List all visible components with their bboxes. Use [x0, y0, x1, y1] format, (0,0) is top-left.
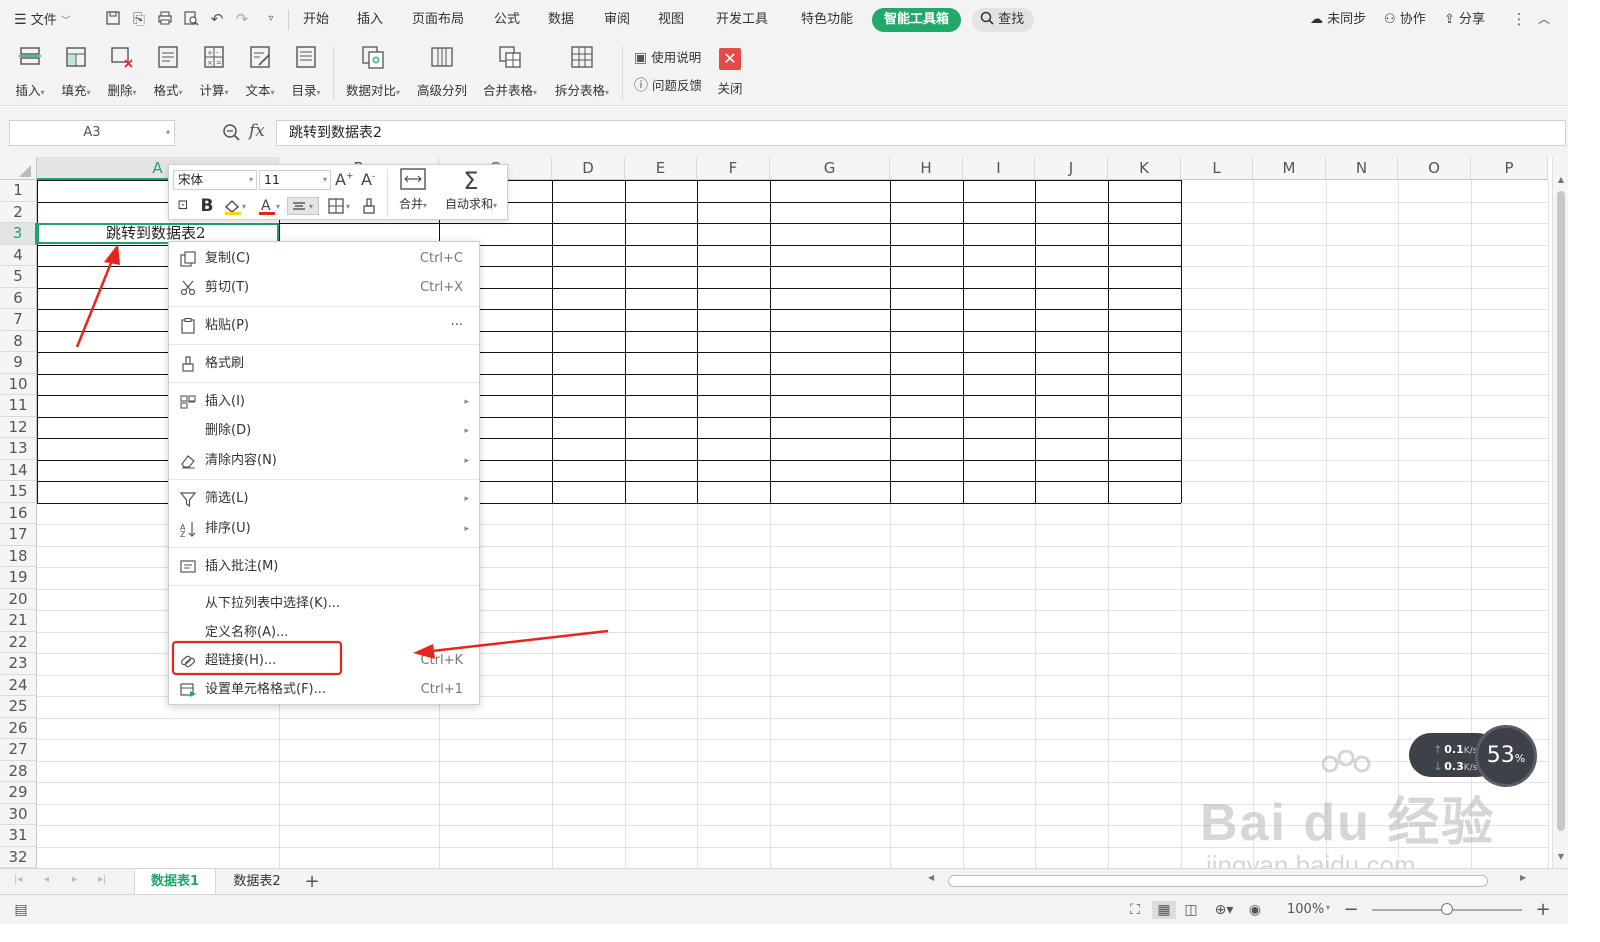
- network-speed-widget[interactable]: 🡑 0.1K/s 🡓 0.3K/s 53%: [1409, 725, 1537, 787]
- macro-record-icon[interactable]: ▤: [12, 901, 30, 919]
- reading-mode-icon[interactable]: ◉: [1246, 901, 1264, 919]
- memory-percent: 53: [1486, 743, 1515, 768]
- annotation-arrow-to-a3: [75, 244, 120, 348]
- annotation-arrow-to-hyperlink: [413, 629, 609, 659]
- sheet-tab-2[interactable]: 数据表2: [218, 869, 296, 894]
- chevron-down-icon: ▾: [1326, 903, 1331, 912]
- hyperlink-highlight-box: [171, 640, 343, 676]
- percent-sign: %: [1514, 752, 1526, 765]
- fullscreen-icon[interactable]: ⛶: [1126, 901, 1144, 919]
- zoom-slider-thumb[interactable]: [1441, 903, 1453, 915]
- page-break-view-icon[interactable]: ⊕▾: [1210, 901, 1238, 919]
- next-sheet-icon[interactable]: ▸: [72, 874, 77, 885]
- sheet-tab-bar: |◂ ◂ ▸ ▸| 数据表1 数据表2 + ◀ ▶: [0, 868, 1568, 894]
- page-layout-view-icon[interactable]: ◫: [1182, 901, 1200, 919]
- download-speed: 0.3: [1444, 760, 1464, 773]
- first-sheet-icon[interactable]: |◂: [14, 874, 22, 885]
- memory-usage-gauge: 53%: [1475, 725, 1537, 787]
- zoom-out-icon[interactable]: −: [1342, 901, 1360, 919]
- upload-speed: 0.1: [1444, 743, 1464, 756]
- scroll-right-icon[interactable]: ▶: [1520, 873, 1526, 882]
- download-arrow-icon: 🡓: [1435, 760, 1441, 773]
- last-sheet-icon[interactable]: ▸|: [98, 874, 106, 885]
- annotation-overlay: [75, 244, 609, 676]
- sheet-tab-1[interactable]: 数据表1: [134, 869, 216, 894]
- wps-spreadsheet-window: ☰ 文件 ﹀ ⎘ ↶ ↷ ▿ 开始 插入 页面布局 公式 数据 审阅 视图 开发…: [0, 0, 1568, 924]
- status-bar: ▤ ⛶ ▦ ◫ ⊕▾ ◉ 100% ▾ − +: [0, 894, 1568, 924]
- zoom-in-icon[interactable]: +: [1534, 901, 1552, 919]
- normal-view-icon[interactable]: ▦: [1152, 901, 1176, 919]
- horizontal-scrollbar[interactable]: ◀ ▶: [928, 873, 1532, 889]
- scrollbar-thumb[interactable]: [948, 875, 1488, 887]
- zoom-slider[interactable]: [1372, 903, 1522, 915]
- scroll-left-icon[interactable]: ◀: [928, 873, 934, 882]
- add-sheet-button[interactable]: +: [300, 869, 324, 894]
- zoom-level[interactable]: 100%: [1287, 902, 1324, 917]
- prev-sheet-icon[interactable]: ◂: [44, 874, 49, 885]
- upload-arrow-icon: 🡑: [1435, 743, 1441, 756]
